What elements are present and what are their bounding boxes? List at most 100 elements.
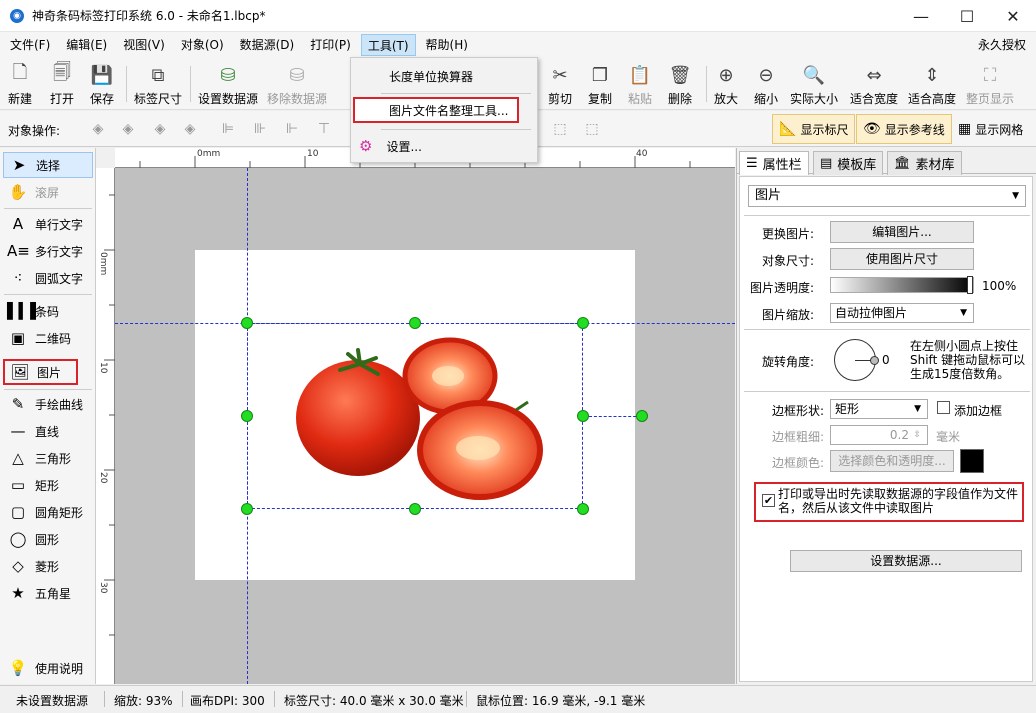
image-object[interactable]	[247, 323, 583, 509]
show-guides-toggle[interactable]: 👁 显示参考线	[856, 114, 952, 144]
tool-scroll[interactable]: ✋ 滚屏	[3, 179, 93, 205]
border-color-swatch[interactable]	[960, 449, 984, 473]
menu-datasource[interactable]: 数据源(D)	[234, 34, 301, 56]
remove-datasource-button[interactable]: ⛁ 移除数据源	[267, 60, 327, 108]
resize-handle-tr[interactable]	[577, 317, 589, 329]
tool-circle[interactable]: ◯ 圆形	[3, 526, 93, 552]
menu-settings[interactable]: ⚙ 设置...	[353, 133, 535, 159]
opacity-slider-thumb[interactable]	[967, 276, 973, 294]
menu-edit[interactable]: 编辑(E)	[60, 34, 113, 56]
tool-select[interactable]: ➤ 选择	[3, 152, 93, 178]
zoom-out-button[interactable]: ⊖ 缩小	[754, 60, 778, 108]
label-size-button[interactable]: ⧉ 标签尺寸	[134, 60, 182, 108]
fit-width-button[interactable]: ⇔ 适合宽度	[850, 60, 898, 108]
tool-arc-text[interactable]: ⁖ 圆弧文字	[3, 265, 93, 291]
rotation-dial-knob[interactable]	[870, 356, 879, 365]
star-icon: ★	[11, 584, 25, 602]
set-datasource-button[interactable]: ⛁ 设置数据源	[198, 60, 258, 108]
border-color-button[interactable]: 选择颜色和透明度...	[830, 450, 954, 472]
multiline-text-icon: A≡	[7, 242, 30, 260]
tool-barcode[interactable]: ▌▍▌ 条码	[3, 298, 93, 324]
send-backward-icon[interactable]: ◈	[150, 119, 170, 139]
zoom-out-icon: ⊖	[758, 64, 774, 86]
menu-view[interactable]: 视图(V)	[117, 34, 171, 56]
tool-single-text[interactable]: A 单行文字	[3, 211, 93, 237]
copy-button[interactable]: ❐ 复制	[588, 60, 612, 108]
menu-unit-converter[interactable]: 长度单位换算器	[353, 63, 535, 89]
border-shape-select[interactable]: 矩形 ▼	[830, 399, 928, 419]
tool-freehand[interactable]: ✎ 手绘曲线	[3, 391, 93, 417]
full-page-button[interactable]: ⛶ 整页显示	[966, 60, 1014, 108]
use-image-size-button[interactable]: 使用图片尺寸	[830, 248, 974, 270]
menu-help[interactable]: 帮助(H)	[420, 34, 474, 56]
tab-properties[interactable]: ☰ 属性栏	[739, 151, 809, 175]
rotate-handle[interactable]	[636, 410, 648, 422]
bring-forward-icon[interactable]: ◈	[118, 119, 138, 139]
menu-image-filename-tool[interactable]: 图片文件名整理工具...	[353, 97, 519, 123]
tool-diamond[interactable]: ◇ 菱形	[3, 553, 93, 579]
actual-size-button[interactable]: 🔍 实际大小	[790, 60, 838, 108]
tool-rect[interactable]: ▭ 矩形	[3, 472, 93, 498]
new-button[interactable]: 🗋 新建	[8, 60, 32, 108]
tab-templates[interactable]: ▤ 模板库	[813, 151, 884, 175]
align-left-icon[interactable]: ⊫	[218, 119, 238, 139]
database-icon: ⛁	[220, 64, 236, 86]
open-file-icon: 🗐	[53, 62, 71, 83]
object-type-select[interactable]: 图片 ▼	[748, 185, 1026, 207]
tool-qrcode[interactable]: ▣ 二维码	[3, 325, 93, 351]
align-right-icon[interactable]: ⊩	[282, 119, 302, 139]
read-datasource-option[interactable]: ✔ 打印或导出时先读取数据源的字段值作为文件名，然后从该文件中读取图片	[754, 482, 1024, 522]
send-back-icon[interactable]: ◈	[180, 119, 200, 139]
edit-image-button[interactable]: 编辑图片...	[830, 221, 974, 243]
rotation-dial[interactable]	[834, 339, 879, 381]
distribute-v-icon[interactable]: ⬚	[582, 119, 602, 139]
read-datasource-checkbox[interactable]: ✔	[762, 494, 775, 507]
opacity-slider[interactable]	[830, 276, 974, 294]
pointer-icon: ➤	[12, 156, 26, 174]
menu-tools[interactable]: 工具(T)	[360, 34, 416, 56]
add-border-label: 添加边框	[954, 404, 1003, 418]
tab-materials[interactable]: 🏛 素材库	[887, 151, 962, 175]
tool-star[interactable]: ★ 五角星	[3, 580, 93, 606]
bring-front-icon[interactable]: ◈	[88, 119, 108, 139]
add-border-checkbox[interactable]	[937, 401, 950, 414]
resize-handle-br[interactable]	[577, 503, 589, 515]
resize-handle-ml[interactable]	[241, 410, 253, 422]
tool-triangle[interactable]: △ 三角形	[3, 445, 93, 471]
border-width-input[interactable]: 0.2 ⇳	[830, 425, 928, 445]
cut-button[interactable]: ✂ 剪切	[548, 60, 572, 108]
close-button[interactable]: ✕	[990, 0, 1036, 32]
menu-print[interactable]: 打印(P)	[304, 34, 357, 56]
show-grid-toggle[interactable]: ▦ 显示网格	[952, 114, 1029, 144]
maximize-button[interactable]: ☐	[944, 0, 990, 32]
menu-file[interactable]: 文件(F)	[4, 34, 56, 56]
help-guide[interactable]: 💡 使用说明	[3, 655, 93, 681]
resize-handle-bc[interactable]	[409, 503, 421, 515]
resize-handle-mr[interactable]	[577, 410, 589, 422]
tool-image[interactable]: 🖼 图片	[3, 359, 78, 385]
resize-handle-tc[interactable]	[409, 317, 421, 329]
align-center-icon[interactable]: ⊪	[250, 119, 270, 139]
open-button[interactable]: 🗐 打开	[50, 60, 74, 108]
align-top-icon[interactable]: ⊤	[314, 119, 334, 139]
show-ruler-toggle[interactable]: 📐 显示标尺	[772, 114, 856, 144]
resize-handle-tl[interactable]	[241, 317, 253, 329]
zoom-in-button[interactable]: ⊕ 放大	[714, 60, 738, 108]
minimize-button[interactable]: —	[898, 0, 944, 32]
delete-button[interactable]: 🗑 删除	[668, 60, 692, 108]
resize-handle-bl[interactable]	[241, 503, 253, 515]
tool-line[interactable]: — 直线	[3, 418, 93, 444]
tool-round-rect[interactable]: ▢ 圆角矩形	[3, 499, 93, 525]
paste-button[interactable]: 📋 粘贴	[628, 60, 652, 108]
scale-select[interactable]: 自动拉伸图片 ▼	[830, 303, 974, 323]
tool-multi-text[interactable]: A≡ 多行文字	[3, 238, 93, 264]
spinner-icon: ⇳	[913, 430, 921, 440]
save-button[interactable]: 💾 保存	[90, 60, 114, 108]
fit-height-button[interactable]: ⇕ 适合高度	[908, 60, 956, 108]
vertical-ruler: 0mm 10 20 30	[96, 168, 115, 684]
set-datasource-panel-button[interactable]: 设置数据源...	[790, 550, 1022, 572]
border-color-label: 边框颜色:	[771, 456, 824, 470]
menu-object[interactable]: 对象(O)	[175, 34, 230, 56]
canvas-workspace[interactable]	[115, 168, 735, 684]
distribute-h-icon[interactable]: ⬚	[550, 119, 570, 139]
